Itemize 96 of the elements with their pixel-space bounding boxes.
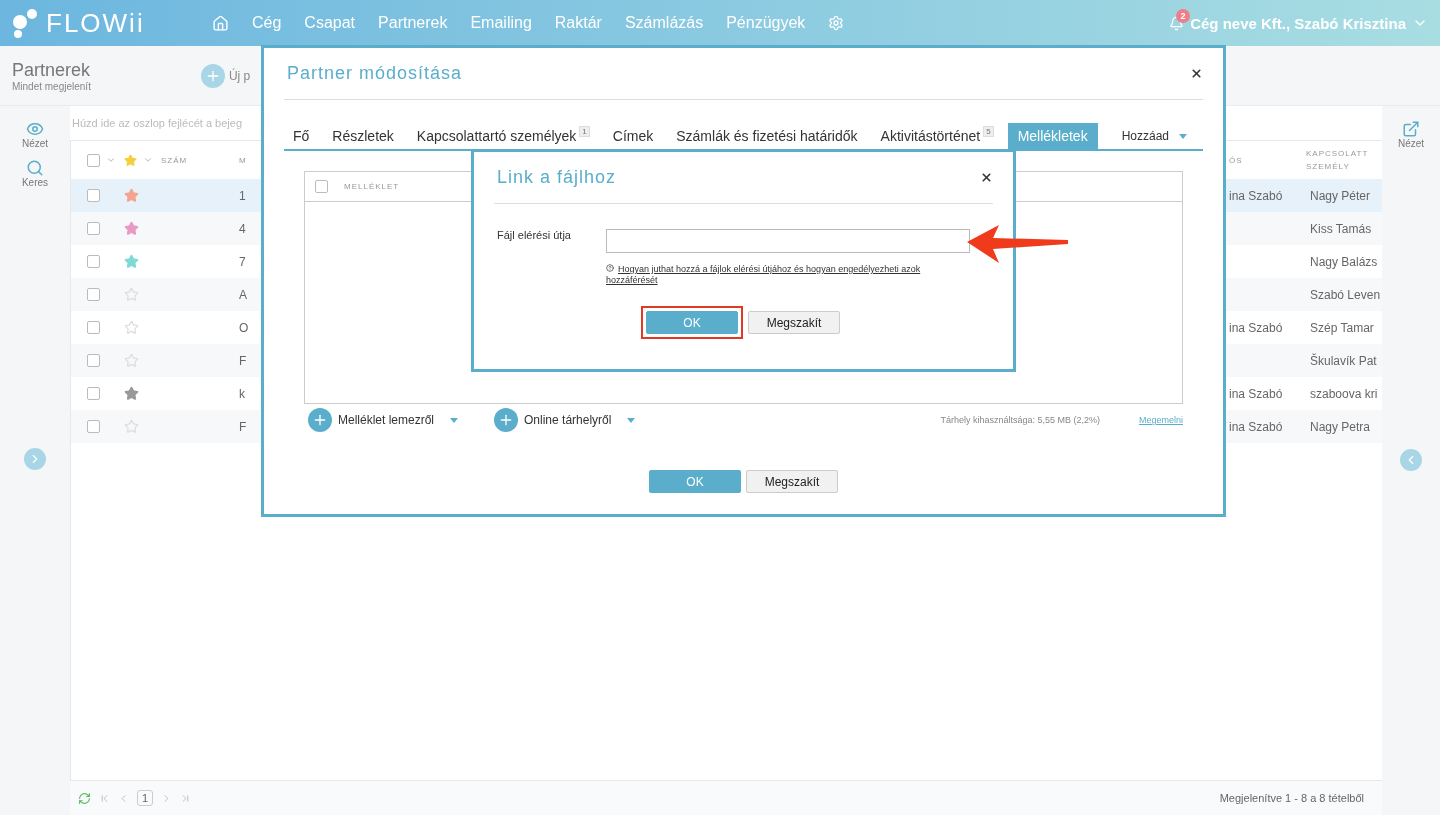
caret-icon: [627, 417, 636, 423]
caret-icon: [450, 417, 459, 423]
close-button[interactable]: [1190, 67, 1203, 80]
input-field[interactable]: [606, 229, 970, 253]
home-icon[interactable]: [212, 14, 229, 32]
count-badge: 1: [579, 126, 590, 137]
checkbox[interactable]: [87, 354, 100, 367]
nav-link[interactable]: Cég: [252, 14, 282, 32]
help-icon: [606, 264, 614, 272]
table-cell: 7: [239, 254, 246, 269]
table-cell: Nagy Petra: [1310, 419, 1371, 434]
chevron-down-icon[interactable]: [106, 155, 116, 165]
table-cell: k: [239, 386, 245, 401]
table-cell: ina Szabó: [1229, 419, 1283, 434]
upgrade-link[interactable]: Megemelni: [1138, 415, 1183, 425]
column-header[interactable]: SZÁM: [161, 155, 188, 165]
checkbox[interactable]: [315, 180, 328, 193]
nav-link[interactable]: Csapat: [304, 14, 356, 32]
table-cell: A: [239, 287, 247, 302]
star-icon[interactable]: [124, 153, 137, 167]
dialog-title: Partner módosítása: [287, 63, 463, 84]
add-source-button[interactable]: Melléklet lemezről: [308, 408, 459, 432]
first-page-icon[interactable]: [99, 792, 110, 804]
table-cell: Szép Tamar: [1310, 320, 1374, 335]
pager-summary: Megjelenítve 1 - 8 a 8 tételből: [1219, 792, 1364, 804]
search-icon: [26, 159, 44, 177]
table-cell: 4: [239, 221, 246, 236]
settings-icon[interactable]: [828, 15, 845, 31]
checkbox[interactable]: [87, 189, 100, 202]
collapse-icon[interactable]: [1400, 449, 1422, 471]
tab[interactable]: Mellékletek: [1007, 123, 1098, 149]
dialog-title: Link a fájlhoz: [497, 167, 617, 188]
add-source-button[interactable]: Online tárhelyről: [494, 408, 636, 432]
checkbox[interactable]: [87, 288, 100, 301]
column-header[interactable]: SZEMÉLY: [1306, 162, 1382, 171]
table-cell: Nagy Péter: [1310, 188, 1371, 203]
star-icon[interactable]: [124, 188, 139, 203]
star-icon[interactable]: [124, 386, 139, 401]
ok-button[interactable]: OK: [646, 311, 738, 334]
eye-icon: [26, 120, 44, 138]
table-cell: F: [239, 419, 247, 434]
ok-button[interactable]: OK: [649, 470, 741, 493]
close-button[interactable]: [980, 171, 993, 184]
page-subtitle: Mindet megjelenít: [12, 80, 91, 92]
column-header[interactable]: ÓS: [1229, 155, 1243, 165]
page-number[interactable]: 1: [137, 790, 154, 806]
plus-circle-icon: [308, 408, 332, 432]
checkbox[interactable]: [87, 153, 100, 167]
view-button[interactable]: Nézet: [1397, 120, 1425, 149]
logo-text: FLOWii: [46, 7, 145, 39]
column-header[interactable]: M: [239, 155, 247, 165]
table-cell: Škulavík Pat: [1310, 353, 1377, 368]
plus-circle-icon: [494, 408, 519, 432]
star-icon[interactable]: [124, 254, 139, 269]
plus-circle-icon: [200, 63, 225, 88]
view-button[interactable]: Nézet: [21, 120, 49, 149]
table-cell: ina Szabó: [1229, 320, 1283, 335]
table-cell: ina Szabó: [1229, 188, 1283, 203]
cancel-button[interactable]: Megszakít: [746, 470, 838, 493]
column-header[interactable]: MELLÉKLET: [344, 182, 400, 191]
table-cell: ina Szabó: [1229, 386, 1283, 401]
refresh-icon[interactable]: [78, 791, 91, 805]
storage-usage: Tárhely kihasználtsága: 5,55 MB (2,2%): [940, 415, 1100, 425]
arrow-icon: [967, 225, 1069, 263]
table-cell: Nagy Balázs: [1310, 254, 1378, 269]
new-button[interactable]: Új p: [200, 63, 251, 88]
table-cell: 1: [239, 188, 246, 203]
expand-icon[interactable]: [24, 448, 46, 470]
logo-icon: [12, 8, 38, 38]
count-badge: 5: [983, 126, 994, 137]
nav-link[interactable]: Emailing: [470, 14, 532, 32]
star-icon[interactable]: [124, 221, 139, 236]
cancel-button[interactable]: Megszakít: [748, 311, 840, 334]
search-button[interactable]: Keres: [21, 159, 49, 188]
table-cell: Szabó Leven: [1310, 287, 1381, 302]
chevron-down-icon[interactable]: [143, 155, 153, 165]
table-cell: Kiss Tamás: [1310, 221, 1372, 236]
checkbox[interactable]: [87, 420, 100, 433]
bell-icon[interactable]: [1169, 15, 1185, 31]
table-cell: F: [239, 353, 247, 368]
nav-link[interactable]: Számlázás: [624, 14, 704, 32]
table-cell: O: [239, 320, 249, 335]
help-link[interactable]: Hogyan juthat hozzá a fájlok elérési útjához és hogyan engedélyezheti azok hozzáférését: [606, 264, 966, 286]
checkbox[interactable]: [87, 255, 100, 268]
field-label: Fájl elérési útja: [497, 229, 572, 243]
table-cell: szaboova kri: [1310, 386, 1378, 401]
column-header[interactable]: KAPCSOLATT: [1306, 149, 1382, 158]
nav-link[interactable]: Raktár: [554, 14, 602, 32]
nav-link[interactable]: Pénzügyek: [726, 14, 806, 32]
checkbox[interactable]: [87, 387, 100, 400]
checkbox[interactable]: [87, 321, 100, 334]
notification-badge: 2: [1176, 8, 1191, 23]
external-link-icon: [1402, 120, 1420, 138]
nav-link[interactable]: Partnerek: [378, 14, 448, 32]
checkbox[interactable]: [87, 222, 100, 235]
page-title: Partnerek: [12, 59, 91, 81]
